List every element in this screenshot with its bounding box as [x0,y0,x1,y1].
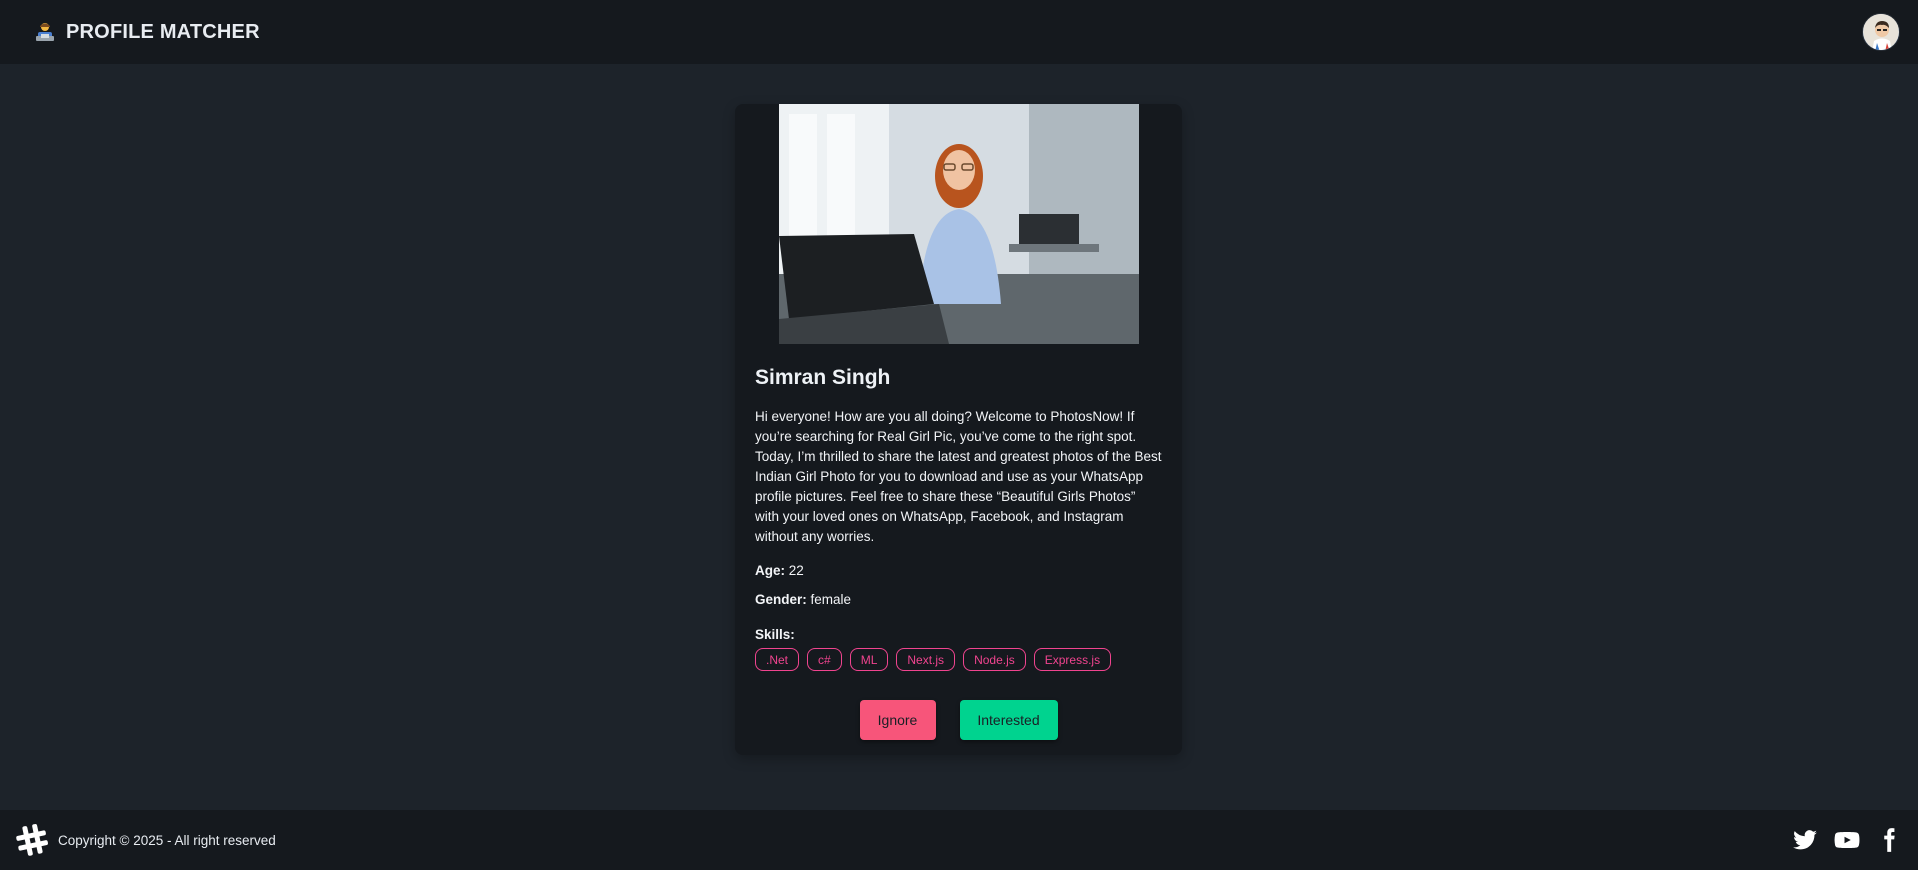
twitter-icon[interactable] [1792,827,1818,853]
profile-card: Simran Singh Hi everyone! How are you al… [735,104,1182,755]
facebook-icon[interactable] [1876,827,1902,853]
gender-value: female [810,592,852,607]
age-label: Age: [755,563,785,578]
social-links [1792,827,1902,853]
skill-badge: Node.js [963,648,1026,671]
navbar: PROFILE MATCHER [0,0,1918,64]
skills-list: .Net c# ML Next.js Node.js Express.js [755,648,1162,671]
profile-photo [779,104,1139,344]
skill-badge: Express.js [1033,648,1112,671]
hash-icon [14,822,50,858]
copyright-text: Copyright © 2025 - All right reserved [58,832,276,848]
profile-bio: Hi everyone! How are you all doing? Welc… [755,409,1162,544]
youtube-icon[interactable] [1834,827,1860,853]
ignore-button[interactable]: Ignore [859,700,936,740]
skill-badge: Next.js [896,648,956,671]
user-avatar[interactable] [1862,13,1900,51]
footer: Copyright © 2025 - All right reserved [0,810,1918,870]
profile-name: Simran Singh [755,366,891,389]
age-row: Age: 22 [755,563,1162,578]
age-value: 22 [788,563,804,578]
brand-link[interactable]: PROFILE MATCHER [34,21,260,44]
technologist-emoji-icon [34,21,56,43]
skill-badge: c# [807,648,842,671]
profile-details: Simran Singh Hi everyone! How are you al… [755,366,1162,671]
gender-row: Gender: female [755,592,1162,607]
gender-label: Gender: [755,592,807,607]
interested-button[interactable]: Interested [959,700,1058,740]
app-title: PROFILE MATCHER [66,20,260,43]
skills-label: Skills: [755,627,795,642]
skill-badge: .Net [755,648,800,671]
card-actions: Ignore Interested [735,700,1182,740]
skill-badge: ML [849,648,889,671]
footer-brand: Copyright © 2025 - All right reserved [14,822,276,858]
